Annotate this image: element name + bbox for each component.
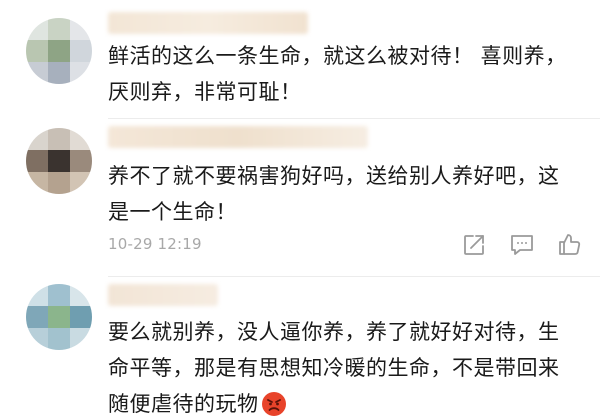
comment-icon[interactable] — [509, 232, 535, 258]
comment-item: 鲜活的这么一条生命，就这么被对待！ 喜则养， 厌则弃，非常可耻！ — [0, 0, 600, 118]
comment-line-last: 随便虐待的玩物 — [108, 386, 588, 419]
username-blurred[interactable] — [108, 284, 218, 306]
angry-face-emoji — [261, 391, 287, 417]
username-blurred[interactable] — [108, 126, 368, 148]
comment-line: 厌则弃，非常可耻！ — [108, 80, 302, 104]
like-icon[interactable] — [557, 231, 583, 257]
comment-line: 鲜活的这么一条生命，就这么被对待！ 喜则养， — [108, 44, 567, 68]
avatar[interactable] — [26, 18, 92, 84]
comment-line-text: 随便虐待的玩物 — [108, 392, 259, 416]
comment-line: 要么就别养，没人逼你养，养了就好好对待，生 — [108, 320, 560, 344]
avatar[interactable] — [26, 284, 92, 350]
comment-item: 要么就别养，没人逼你养，养了就好好对待，生 命平等，那是有思想知冷暖的生命，不是… — [0, 276, 600, 419]
comment-timestamp: 10-29 12:19 — [108, 235, 202, 253]
comment-line: 养不了就不要祸害狗好吗，送给别人养好吧，这 — [108, 164, 560, 188]
avatar[interactable] — [26, 128, 92, 194]
comment-text: 鲜活的这么一条生命，就这么被对待！ 喜则养， 厌则弃，非常可耻！ — [108, 38, 588, 110]
comment-item: 养不了就不要祸害狗好吗，送给别人养好吧，这 是一个生命！ 10-29 12:19 — [0, 118, 600, 276]
comment-line: 是一个生命！ — [108, 200, 237, 224]
username-blurred[interactable] — [108, 12, 308, 34]
share-icon[interactable] — [461, 232, 487, 258]
comment-line: 命平等，那是有思想知冷暖的生命，不是带回来 — [108, 356, 560, 380]
comment-text: 养不了就不要祸害狗好吗，送给别人养好吧，这 是一个生命！ — [108, 158, 588, 230]
comment-text: 要么就别养，没人逼你养，养了就好好对待，生 命平等，那是有思想知冷暖的生命，不是… — [108, 314, 588, 419]
